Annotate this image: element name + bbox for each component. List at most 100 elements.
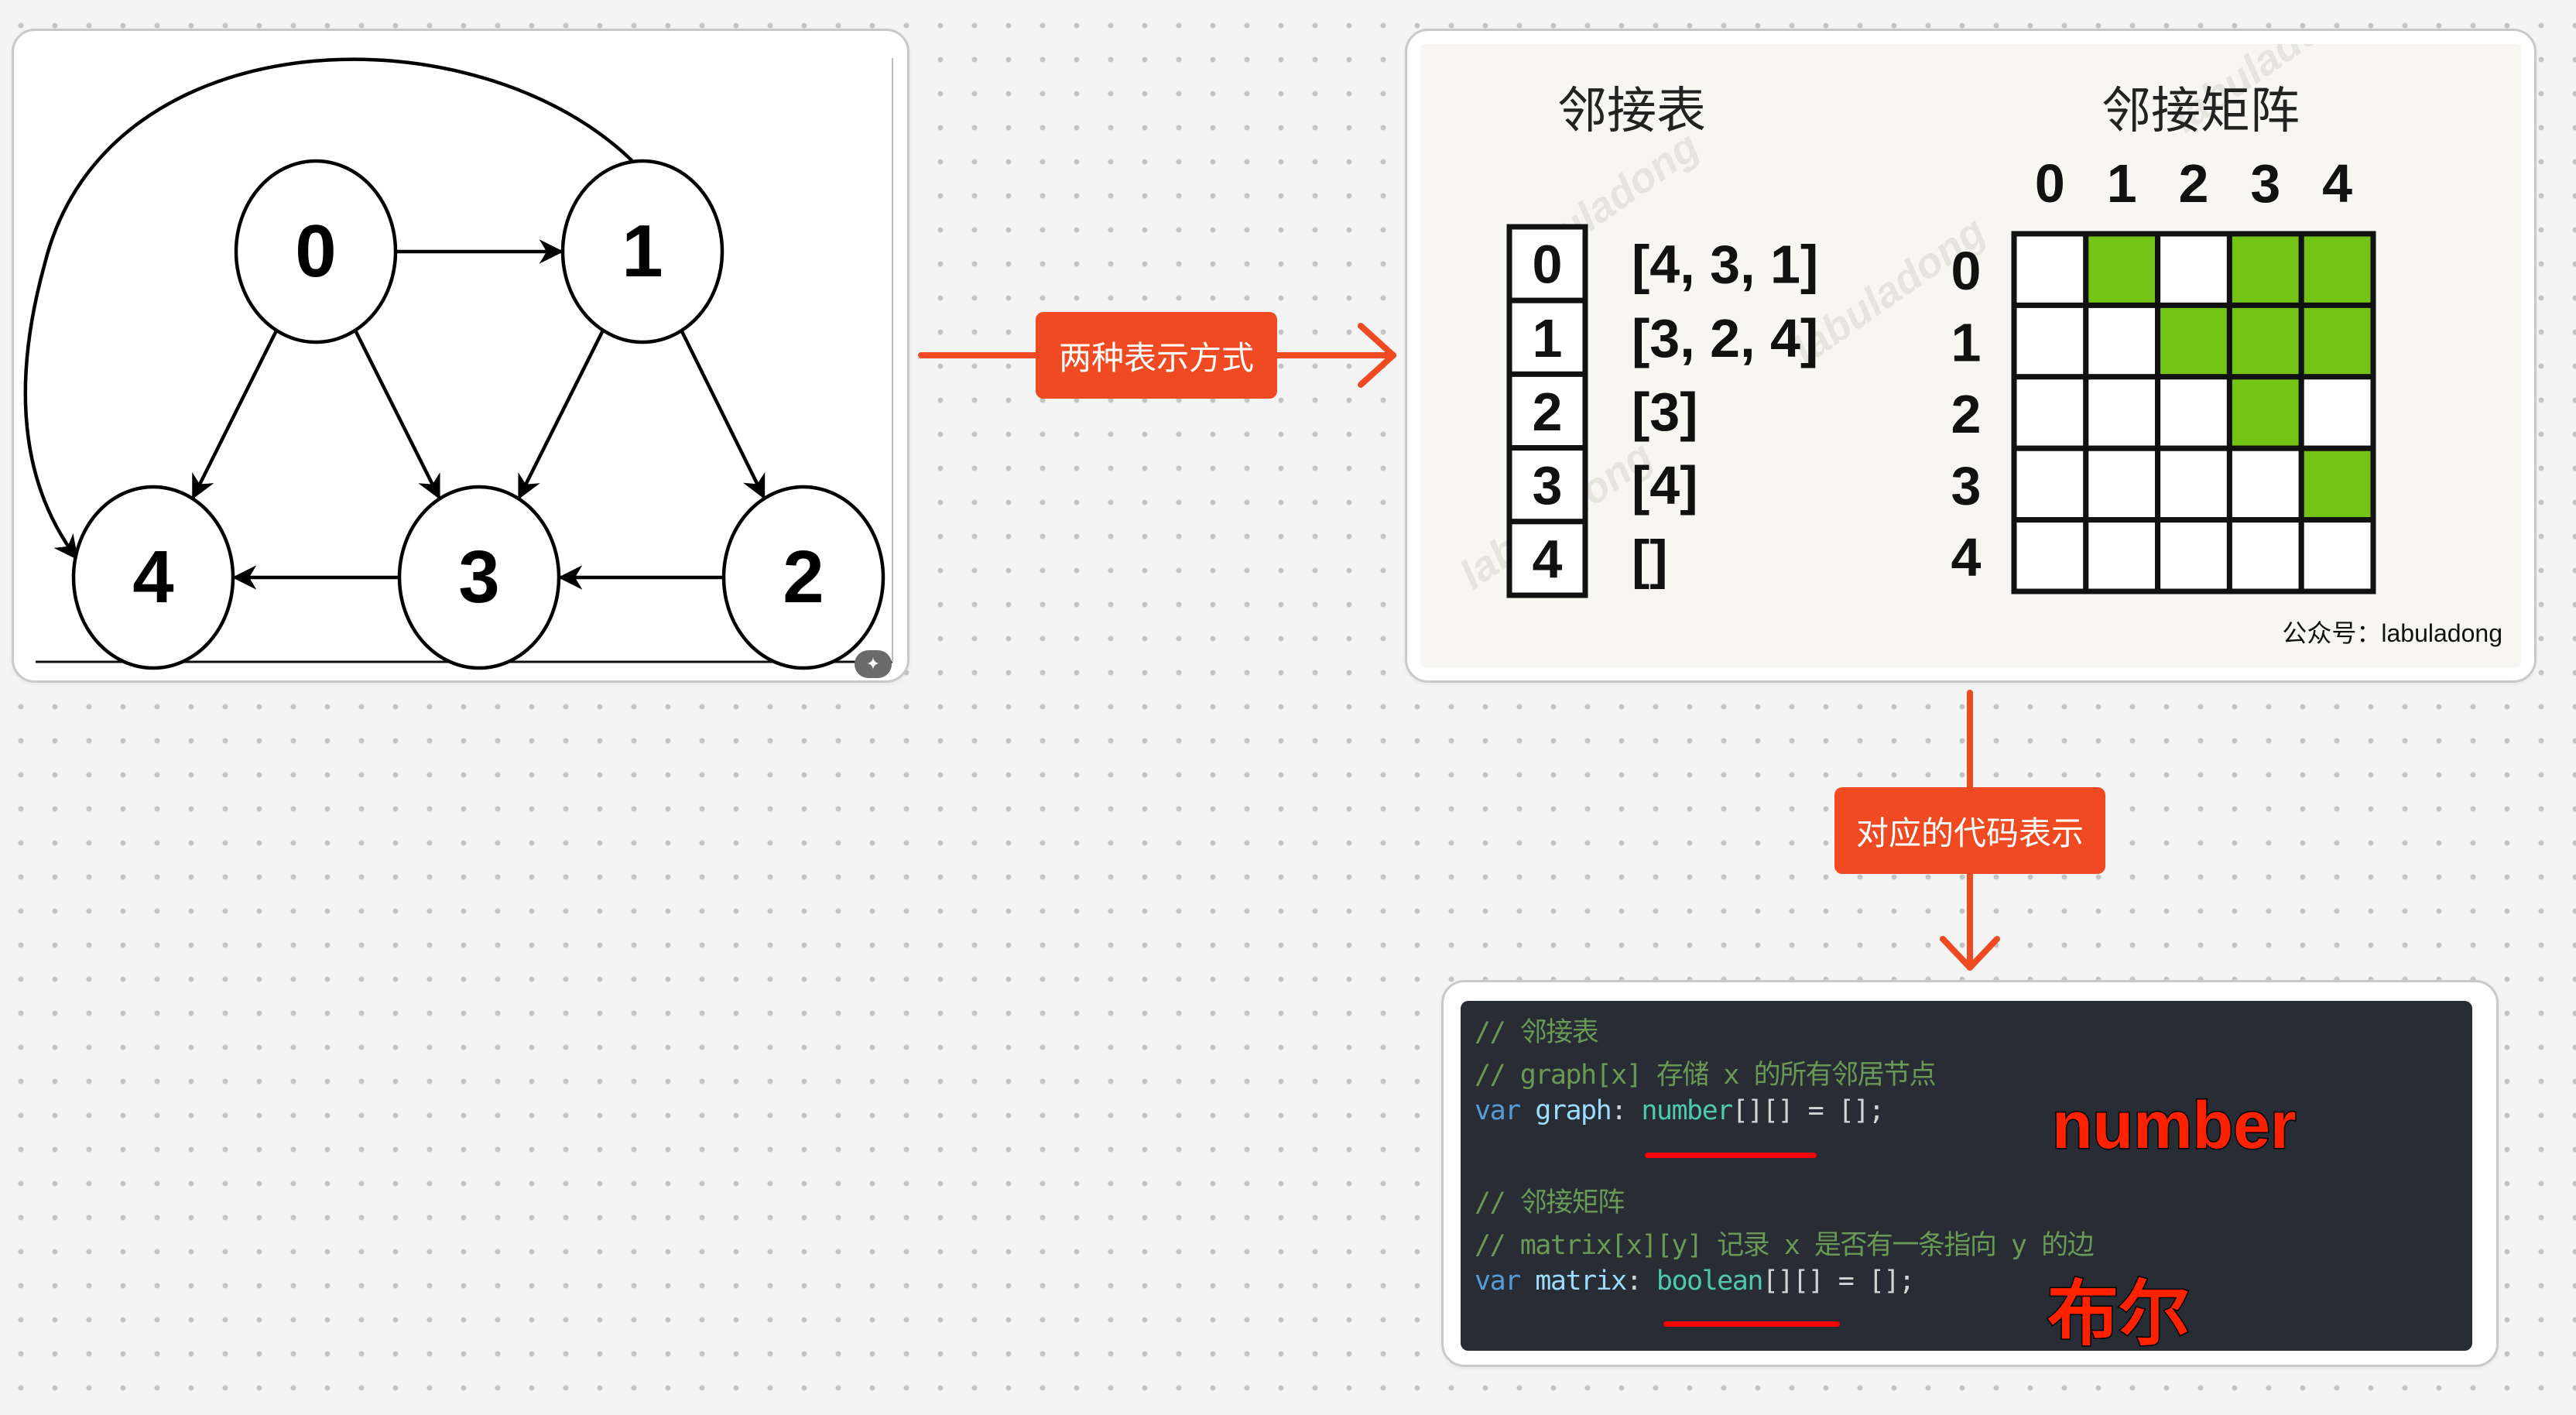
code-token-comment: // 邻接表 [1475, 1017, 1599, 1048]
code-token-var: matrix [1535, 1266, 1627, 1297]
code-block: // 邻接表 // graph[x] 存储 x 的所有邻居节点 var graph:… [1461, 1001, 2472, 1351]
matrix-cell-4-4 [2298, 517, 2376, 594]
edge-1-2 [680, 330, 766, 500]
adj-list-neighbors: [3, 2, 4] [1632, 308, 1818, 368]
adj-list-index: 3 [1533, 455, 1563, 516]
graph-node-4: 4 [71, 485, 235, 670]
graph-node-0: 0 [234, 159, 398, 344]
adj-list-row-0: 0 [4, 3, 1] [1506, 224, 1818, 303]
adj-list-neighbors: [] [1632, 529, 1668, 589]
code-token-comment: // matrix[x][y] 记录 x 是否有一条指向 y 的边 [1475, 1230, 2095, 1261]
matrix-col-label: 1 [2107, 153, 2137, 214]
code-token-type: boolean [1656, 1266, 1764, 1297]
code-token-kw: var [1475, 1095, 1521, 1126]
code-line: var matrix: boolean[][] = []; [1475, 1266, 1915, 1297]
code-token-type: number [1641, 1095, 1733, 1126]
representations-image: labuladonglabuladonglabuladonglabuladong… [1420, 44, 2521, 667]
node-label: 1 [622, 210, 663, 293]
code-image-card[interactable]: // 邻接表 // graph[x] 存储 x 的所有邻居节点 var graph:… [1441, 980, 2499, 1367]
node-label: 0 [295, 210, 336, 293]
representations-svg: labuladonglabuladonglabuladonglabuladong… [1451, 44, 2502, 647]
graph-node-3: 3 [397, 485, 561, 670]
matrix-cell-2-1 [2083, 374, 2161, 451]
node-label: 3 [458, 536, 499, 618]
matrix-cell-4-0 [2011, 517, 2089, 594]
matrix-cell-4-2 [2155, 517, 2232, 594]
matrix-col-label: 4 [2322, 153, 2352, 214]
footer-credit: 公众号：labuladong [2282, 619, 2502, 647]
matrix-row-label: 1 [1951, 313, 1982, 373]
arrowhead-right-icon [1358, 323, 1396, 388]
adj-list-title: 邻接表 [1557, 83, 1706, 140]
matrix-row-label: 0 [1951, 241, 1982, 301]
code-token-comment: // graph[x] 存储 x 的所有邻居节点 [1475, 1060, 1937, 1091]
code-line: var graph: number[][] = []; [1475, 1095, 1885, 1126]
boolean-type-underline [1663, 1321, 1840, 1327]
connector-label-text: 对应的代码表示 [1855, 814, 2084, 852]
matrix-cell-3-0 [2011, 445, 2089, 523]
matrix-row-label: 2 [1951, 384, 1982, 444]
code-token-kw: var [1475, 1266, 1521, 1297]
code-token-var: graph [1535, 1095, 1612, 1126]
edge-0-3 [353, 329, 441, 500]
node-label: 4 [132, 536, 173, 618]
edge-0-4 [191, 329, 279, 500]
connector-label-text: 两种表示方式 [1058, 338, 1254, 377]
annotation-number: number [2050, 1088, 2297, 1164]
directed-graph: 0 1 2 3 4 [23, 57, 893, 670]
code-token-punc [1520, 1266, 1536, 1297]
adj-list-index: 2 [1533, 382, 1563, 442]
matrix-cell-2-2 [2155, 374, 2232, 451]
adj-list-index: 0 [1533, 235, 1563, 295]
code-token-punc: : [1611, 1095, 1642, 1126]
graph-node-1: 1 [560, 159, 724, 344]
code-line: // matrix[x][y] 记录 x 是否有一条指向 y 的边 [1475, 1223, 2095, 1263]
matrix-cell-3-1 [2083, 445, 2161, 523]
matrix-cell-1-0 [2011, 302, 2089, 380]
adj-list-neighbors: [3] [1632, 382, 1698, 442]
matrix-cell-0-2 [2155, 231, 2232, 308]
matrix-col-label: 3 [2250, 153, 2280, 214]
graph-image-card[interactable]: 0 1 2 3 4 ✦ [12, 29, 909, 683]
matrix-cell-3-3 [2226, 445, 2304, 523]
representations-image-card[interactable]: labuladonglabuladonglabuladonglabuladong… [1405, 29, 2537, 683]
adj-list-row-1: 1 [3, 2, 4] [1506, 297, 1818, 377]
magic-wand-icon[interactable]: ✦ [855, 650, 892, 678]
matrix-cell-4-1 [2083, 517, 2161, 594]
matrix-row-label: 4 [1951, 527, 1982, 588]
matrix-cell-0-1 [2083, 231, 2161, 308]
code-token-punc [1520, 1095, 1536, 1126]
edge-1-3 [517, 329, 605, 500]
matrix-cell-2-3 [2226, 374, 2304, 451]
connector-label-code[interactable]: 对应的代码表示 [1834, 787, 2105, 874]
matrix-cell-2-0 [2011, 374, 2089, 451]
code-line: // 邻接表 [1475, 1010, 1599, 1050]
code-token-punc: : [1625, 1266, 1656, 1297]
matrix-cell-2-4 [2298, 374, 2376, 451]
matrix-row-label: 3 [1951, 455, 1982, 516]
matrix-cell-1-2 [2155, 302, 2232, 380]
matrix-cell-4-3 [2226, 517, 2304, 594]
adj-list-row-2: 2 [3] [1506, 371, 1698, 451]
matrix-cell-3-2 [2155, 445, 2232, 523]
code-line: // 邻接矩阵 [1475, 1180, 1625, 1220]
adj-list-index: 1 [1533, 308, 1563, 368]
number-type-underline [1645, 1153, 1817, 1158]
matrix-cell-1-4 [2298, 302, 2376, 380]
annotation-boolean: 布尔 [2046, 1272, 2191, 1352]
adj-list-index: 4 [1533, 529, 1563, 589]
matrix-cell-0-4 [2298, 231, 2376, 308]
matrix-cell-1-3 [2226, 302, 2304, 380]
matrix-cell-0-3 [2226, 231, 2304, 308]
matrix-cell-0-0 [2011, 231, 2089, 308]
matrix-cell-3-4 [2298, 445, 2376, 523]
adj-list-neighbors: [4] [1632, 455, 1698, 516]
adj-matrix-title: 邻接矩阵 [2102, 83, 2300, 140]
code-line: // graph[x] 存储 x 的所有邻居节点 [1475, 1053, 1937, 1092]
matrix-col-label: 0 [2035, 153, 2065, 214]
adj-list-neighbors: [4, 3, 1] [1632, 235, 1818, 295]
connector-label-two-ways[interactable]: 两种表示方式 [1036, 312, 1277, 399]
code-token-punc: [][] = []; [1762, 1266, 1915, 1297]
matrix-col-label: 2 [2179, 153, 2209, 214]
adj-list-row-4: 4 [] [1506, 519, 1668, 598]
